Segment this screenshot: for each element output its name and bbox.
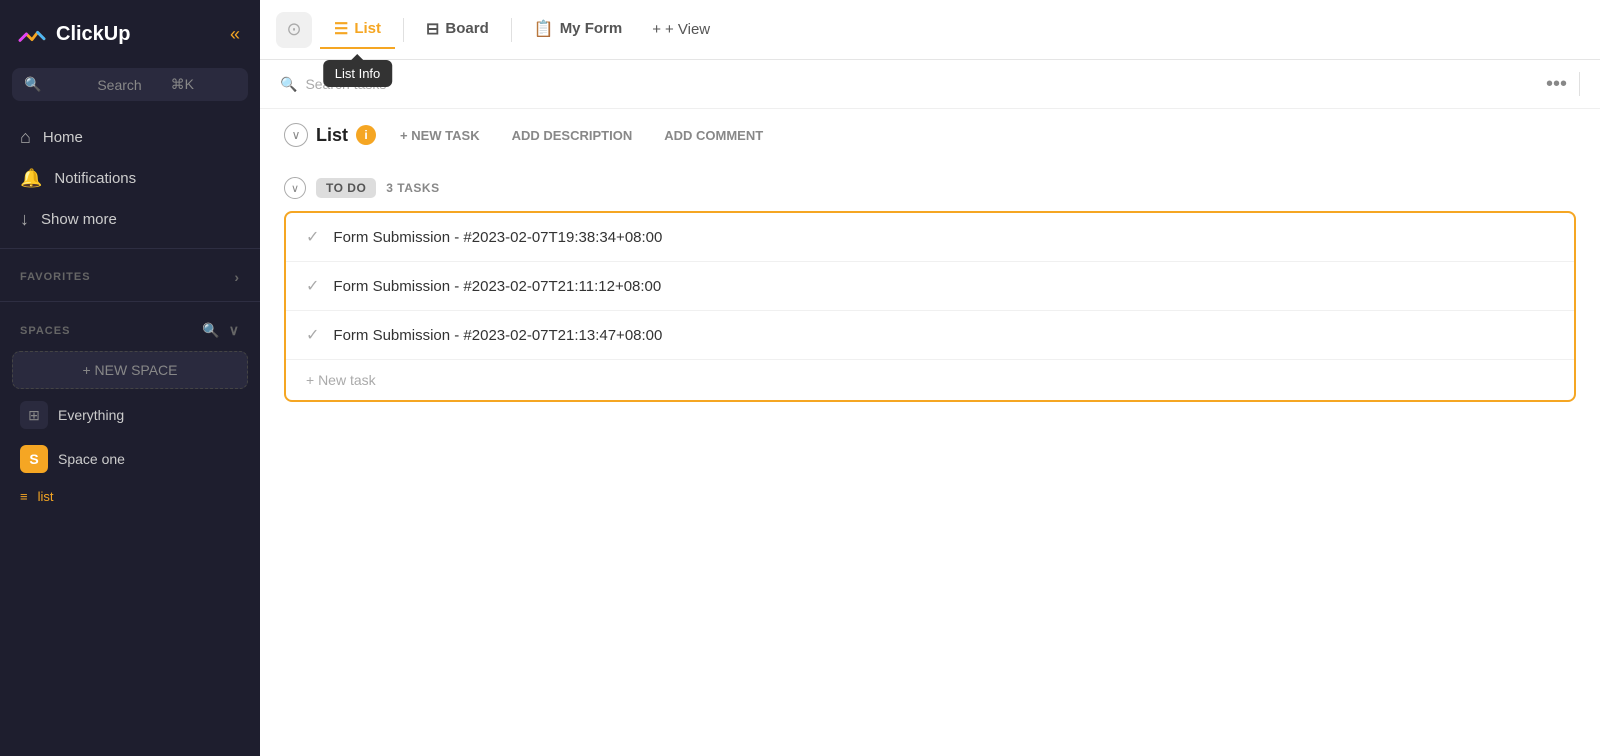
plus-view-icon: +: [652, 21, 661, 38]
search-tasks-input[interactable]: 🔍 Search tasks: [280, 76, 1534, 93]
everything-icon: ⊞: [20, 401, 48, 429]
spaces-label: SPACES: [20, 325, 70, 337]
tab-list-loader[interactable]: ⊙: [276, 12, 312, 48]
list-info-tooltip: List Info: [323, 60, 393, 87]
table-row[interactable]: ✓ Form Submission - #2023-02-07T21:13:47…: [286, 311, 1574, 360]
search-placeholder: Search: [97, 77, 162, 93]
spaces-actions[interactable]: 🔍 ∨: [202, 322, 240, 339]
main-content: ⊙ ☰ List List Info ⊟ Board 📋 My Form + +…: [260, 0, 1600, 756]
list-tab-icon: ☰: [334, 19, 348, 39]
list-info-badge[interactable]: i: [356, 125, 376, 145]
task-name-2: Form Submission - #2023-02-07T21:11:12+0…: [333, 278, 661, 295]
sidebar-item-space-one[interactable]: S Space one: [0, 437, 260, 481]
tab-list-label: List: [354, 20, 381, 37]
sidebar-home-label: Home: [43, 129, 83, 146]
sidebar-notifications-label: Notifications: [54, 170, 136, 187]
task-name-1: Form Submission - #2023-02-07T19:38:34+0…: [333, 229, 662, 246]
sidebar-header: ClickUp «: [0, 0, 260, 68]
todo-header: ∨ TO DO 3 TASKS: [284, 177, 1576, 199]
sidebar-item-notifications[interactable]: 🔔 Notifications: [0, 158, 260, 199]
home-icon: ⌂: [20, 127, 31, 148]
content-area: ∨ TO DO 3 TASKS ✓ Form Submission - #202…: [260, 161, 1600, 756]
divider-1: [0, 248, 260, 249]
favorites-label: FAVORITES: [20, 271, 91, 283]
search-shortcut: ⌘K: [171, 76, 236, 93]
chevron-down-icon: ∨: [229, 322, 240, 339]
list-collapse-button[interactable]: ∨: [284, 123, 308, 147]
task-check-icon-2: ✓: [306, 276, 319, 296]
divider-2: [0, 301, 260, 302]
list-icon-bottom: ≡: [20, 489, 28, 504]
task-list-box: ✓ Form Submission - #2023-02-07T19:38:34…: [284, 211, 1576, 402]
todo-task-count: 3 TASKS: [386, 181, 439, 195]
task-check-icon-1: ✓: [306, 227, 319, 247]
sidebar: ClickUp « 🔍 Search ⌘K ⌂ Home 🔔 Notificat…: [0, 0, 260, 756]
board-tab-icon: ⊟: [426, 19, 439, 39]
space-one-label: Space one: [58, 451, 125, 467]
sidebar-search-bar[interactable]: 🔍 Search ⌘K: [12, 68, 248, 101]
task-name-3: Form Submission - #2023-02-07T21:13:47+0…: [333, 327, 662, 344]
tab-board[interactable]: ⊟ Board: [412, 0, 503, 59]
favorites-section-header: FAVORITES ›: [0, 257, 260, 293]
tab-my-form[interactable]: 📋 My Form: [520, 0, 636, 59]
tab-bar: ⊙ ☰ List List Info ⊟ Board 📋 My Form + +…: [260, 0, 1600, 60]
arrow-down-icon: ↓: [20, 209, 29, 230]
space-one-icon: S: [20, 445, 48, 473]
search-spaces-icon: 🔍: [202, 322, 220, 339]
loader-icon: ⊙: [286, 19, 301, 40]
form-tab-icon: 📋: [534, 19, 554, 39]
sidebar-item-home[interactable]: ⌂ Home: [0, 117, 260, 158]
tab-my-form-label: My Form: [560, 20, 623, 37]
tab-separator-1: [403, 18, 404, 42]
spaces-section-header: SPACES 🔍 ∨: [0, 310, 260, 347]
add-comment-button[interactable]: ADD COMMENT: [656, 124, 771, 147]
logo-text: ClickUp: [56, 23, 130, 46]
search-icon: 🔍: [24, 76, 89, 93]
sidebar-item-everything[interactable]: ⊞ Everything: [0, 393, 260, 437]
list-title-area: ∨ List i: [284, 123, 376, 147]
list-title: List: [316, 125, 348, 146]
favorites-expand-button[interactable]: ›: [234, 269, 240, 285]
new-task-button[interactable]: + NEW TASK: [392, 124, 488, 147]
sidebar-item-show-more[interactable]: ↓ Show more: [0, 199, 260, 240]
add-view-label: + View: [665, 21, 710, 38]
search-divider: [1579, 72, 1580, 96]
bell-icon: 🔔: [20, 168, 42, 189]
list-header: ∨ List i + NEW TASK ADD DESCRIPTION ADD …: [260, 109, 1600, 161]
search-tasks-icon: 🔍: [280, 76, 297, 93]
collapse-chevron-icon: ∨: [292, 128, 301, 142]
logo-area: ClickUp: [16, 18, 130, 50]
table-row[interactable]: ✓ Form Submission - #2023-02-07T19:38:34…: [286, 213, 1574, 262]
tab-list[interactable]: ☰ List: [320, 11, 395, 49]
sidebar-show-more-label: Show more: [41, 211, 117, 228]
todo-badge: TO DO: [316, 178, 376, 198]
table-row[interactable]: ✓ Form Submission - #2023-02-07T21:11:12…: [286, 262, 1574, 311]
new-space-button[interactable]: + NEW SPACE: [12, 351, 248, 389]
task-check-icon-3: ✓: [306, 325, 319, 345]
list-bottom-label: list: [38, 489, 54, 504]
sidebar-bottom-list-item[interactable]: ≡ list: [0, 481, 260, 512]
everything-label: Everything: [58, 407, 124, 423]
add-view-button[interactable]: + + View: [640, 13, 722, 46]
todo-section: ∨ TO DO 3 TASKS ✓ Form Submission - #202…: [284, 177, 1576, 402]
main-search-bar: 🔍 Search tasks •••: [260, 60, 1600, 109]
clickup-logo-icon: [16, 18, 48, 50]
todo-collapse-button[interactable]: ∨: [284, 177, 306, 199]
chevron-right-icon: ›: [234, 269, 240, 285]
more-options-button[interactable]: •••: [1546, 73, 1567, 96]
todo-chevron-icon: ∨: [291, 182, 299, 195]
sidebar-collapse-button[interactable]: «: [226, 20, 244, 49]
new-task-inline-button[interactable]: + New task: [286, 360, 1574, 400]
add-description-button[interactable]: ADD DESCRIPTION: [504, 124, 641, 147]
tab-board-label: Board: [445, 20, 488, 37]
tab-separator-2: [511, 18, 512, 42]
